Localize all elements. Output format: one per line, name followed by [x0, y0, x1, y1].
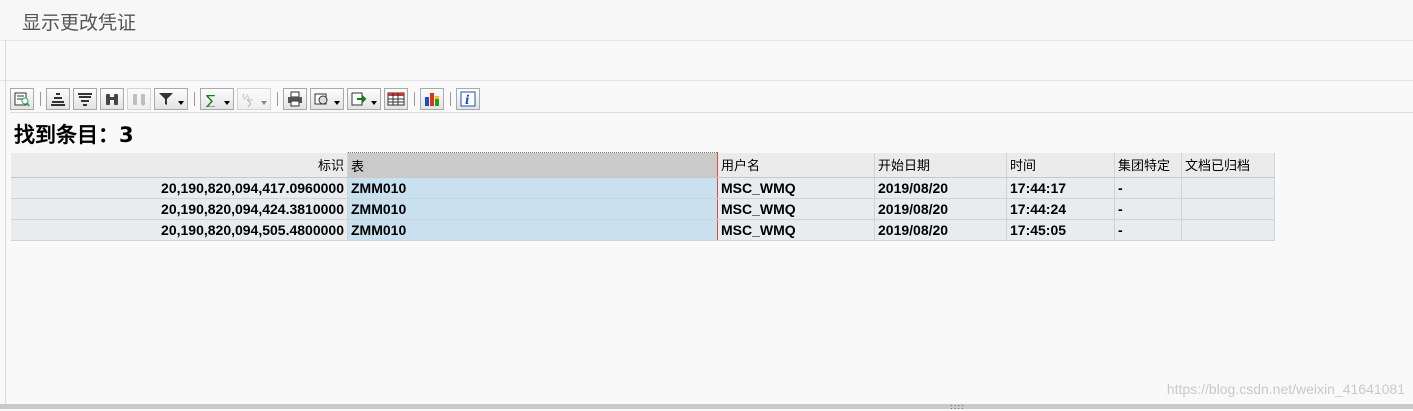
cell-id[interactable]: 20,190,820,094,424.3810000 — [11, 198, 348, 220]
svg-text:i: i — [465, 93, 470, 107]
watermark: https://blog.csdn.net/weixin_41641081 — [1166, 381, 1405, 397]
change-document-table: 标识 表 用户名 开始日期 时间 集团特定 文档已归档 20,190,820,0… — [11, 152, 1275, 241]
cell-client-specific[interactable]: - — [1114, 219, 1182, 241]
cell-start-date[interactable]: 2019/08/20 — [874, 198, 1007, 220]
layout-grid-icon — [387, 92, 405, 106]
cell-time[interactable]: 17:44:17 — [1006, 177, 1115, 199]
cell-table[interactable]: ZMM010 — [347, 198, 718, 220]
subtotal-icon: ½∑ — [242, 93, 253, 107]
toolbar-separator — [40, 92, 41, 106]
cell-start-date[interactable]: 2019/08/20 — [874, 219, 1007, 241]
graphic-button[interactable] — [420, 88, 444, 110]
column-header-archived[interactable]: 文档已归档 — [1181, 152, 1275, 178]
sort-ascending-button[interactable] — [46, 88, 70, 110]
cell-id[interactable]: 20,190,820,094,505.4800000 — [11, 219, 348, 241]
table-row[interactable]: 20,190,820,094,417.0960000 ZMM010 MSC_WM… — [11, 177, 1275, 199]
cell-archived[interactable] — [1181, 177, 1275, 199]
find-next-icon: + — [133, 94, 147, 107]
toolbar-separator — [450, 92, 451, 106]
cell-client-specific[interactable]: - — [1114, 177, 1182, 199]
export-icon — [351, 92, 367, 106]
cell-time[interactable]: 17:44:24 — [1006, 198, 1115, 220]
svg-text:+: + — [140, 99, 147, 107]
subtotal-button[interactable]: ½ ∑ — [237, 88, 271, 110]
title-bar: 显示更改凭证 — [0, 0, 1413, 41]
sort-ascending-icon — [51, 93, 65, 106]
cell-start-date[interactable]: 2019/08/20 — [874, 177, 1007, 199]
cell-username[interactable]: MSC_WMQ — [717, 177, 875, 199]
application-toolbar — [0, 41, 1413, 81]
entries-found-label: 找到条目： — [14, 123, 119, 147]
column-header-username[interactable]: 用户名 — [717, 152, 875, 178]
find-next-button[interactable]: + — [127, 88, 151, 110]
table-header-row: 标识 表 用户名 开始日期 时间 集团特定 文档已归档 — [11, 152, 1275, 178]
cell-table[interactable]: ZMM010 — [347, 177, 718, 199]
cell-time[interactable]: 17:45:05 — [1006, 219, 1115, 241]
sum-button[interactable]: ∑ — [200, 88, 234, 110]
views-button[interactable] — [310, 88, 344, 110]
cell-table[interactable]: ZMM010 — [347, 219, 718, 241]
table-row[interactable]: 20,190,820,094,424.3810000 ZMM010 MSC_WM… — [11, 198, 1275, 220]
resize-grip[interactable]: :::: — [950, 403, 965, 411]
cell-archived[interactable] — [1181, 219, 1275, 241]
toolbar-divider — [10, 112, 1413, 113]
window-title: 显示更改凭证 — [22, 12, 137, 34]
toolbar-separator — [414, 92, 415, 106]
cell-client-specific[interactable]: - — [1114, 198, 1182, 220]
entries-found-count: 3 — [119, 123, 134, 147]
sort-descending-icon — [78, 93, 92, 106]
info-button[interactable]: i — [456, 88, 480, 110]
cell-id[interactable]: 20,190,820,094,417.0960000 — [11, 177, 348, 199]
cell-username[interactable]: MSC_WMQ — [717, 198, 875, 220]
status-bar — [0, 404, 1413, 409]
filter-button[interactable] — [154, 88, 188, 110]
sum-icon: ∑ — [206, 93, 216, 107]
sort-descending-button[interactable] — [73, 88, 97, 110]
svg-text:∑: ∑ — [247, 99, 253, 107]
entries-found: 找到条目：3 — [14, 119, 134, 149]
cell-archived[interactable] — [1181, 198, 1275, 220]
details-icon — [14, 92, 30, 107]
column-header-time[interactable]: 时间 — [1006, 152, 1115, 178]
alv-toolbar: + ∑ ½ ∑ i — [10, 87, 1413, 111]
svg-text:∑: ∑ — [206, 93, 216, 107]
cell-username[interactable]: MSC_WMQ — [717, 219, 875, 241]
export-button[interactable] — [347, 88, 381, 110]
binoculars-find-icon — [106, 94, 118, 105]
filter-icon — [159, 93, 173, 105]
toolbar-separator — [277, 92, 278, 106]
graphic-chart-icon — [425, 93, 439, 106]
info-icon: i — [460, 91, 476, 107]
print-button[interactable] — [283, 88, 307, 110]
views-icon — [314, 93, 328, 105]
layout-button[interactable] — [384, 88, 408, 110]
column-header-table[interactable]: 表 — [347, 152, 718, 178]
column-header-client-specific[interactable]: 集团特定 — [1114, 152, 1182, 178]
table-row[interactable]: 20,190,820,094,505.4800000 ZMM010 MSC_WM… — [11, 219, 1275, 241]
find-button[interactable] — [100, 88, 124, 110]
column-header-id[interactable]: 标识 — [11, 152, 348, 178]
column-header-start-date[interactable]: 开始日期 — [874, 152, 1007, 178]
toolbar-separator — [194, 92, 195, 106]
print-icon — [288, 91, 302, 107]
left-border — [5, 40, 6, 406]
details-button[interactable] — [10, 88, 34, 110]
